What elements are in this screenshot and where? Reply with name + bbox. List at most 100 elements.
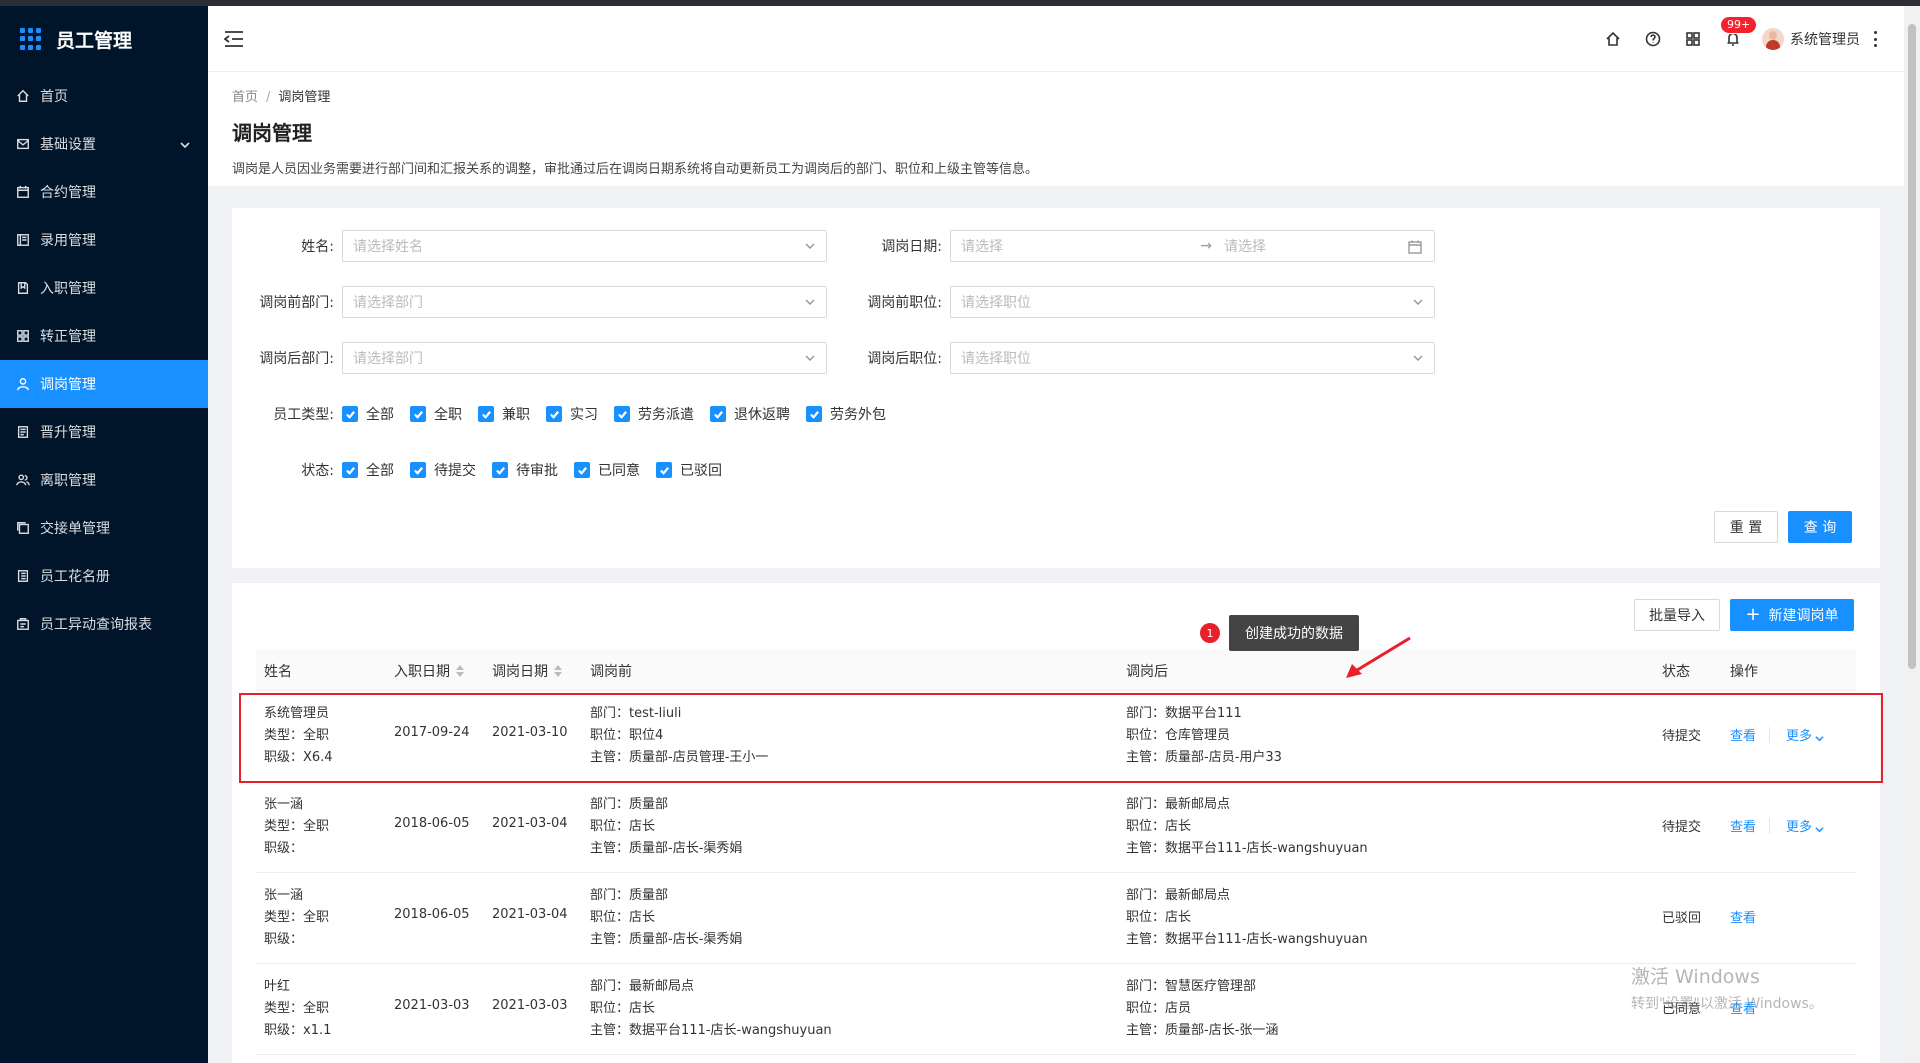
before-dept-select[interactable]: 请选择部门	[342, 286, 827, 318]
scrollbar-thumb[interactable]	[1908, 24, 1916, 669]
sidebar-item-home[interactable]: 首页	[0, 72, 208, 120]
sidebar-item-basic-settings[interactable]: 基础设置	[0, 120, 208, 168]
before-manager: 主管：数据平台111-店长-wangshuyuan	[590, 1023, 832, 1038]
avatar[interactable]	[1762, 28, 1784, 50]
sidebar-item-regularization[interactable]: 转正管理	[0, 312, 208, 360]
after-dept: 部门：数据平台111	[1126, 706, 1242, 721]
after-dept-placeholder: 请选择部门	[353, 351, 423, 367]
type-checkbox-outsource[interactable]: 劳务外包	[806, 404, 886, 424]
col-transfer-date[interactable]: 调岗日期	[492, 661, 562, 681]
bell-icon[interactable]: 99+	[1720, 16, 1758, 48]
after-pos-label: 调岗后职位:	[867, 351, 942, 367]
type-checkbox-dispatch[interactable]: 劳务派遣	[614, 404, 694, 424]
filter-type-row: 员工类型: 全部 全职 兼职 实习 劳务派遣 退休返聘 劳务外包	[232, 398, 902, 430]
sidebar-item-handover[interactable]: 交接单管理	[0, 504, 208, 552]
watermark-subtitle: 转到"设置"以激活 Windows。	[1631, 996, 1823, 1012]
after-pos-select[interactable]: 请选择职位	[950, 342, 1435, 374]
breadcrumb: 首页 / 调岗管理	[232, 90, 331, 105]
table-header: 姓名 入职日期 调岗日期 调岗前 调岗后 状态 操作	[256, 649, 1856, 691]
home-icon[interactable]	[1604, 30, 1622, 48]
annotation-number: 1	[1200, 623, 1220, 643]
before-pos: 职位：店长	[590, 819, 656, 834]
plus-icon: +	[1745, 604, 1761, 625]
status-checkbox-rejected[interactable]: 已驳回	[656, 460, 722, 480]
status-checkbox-all[interactable]: 全部	[342, 460, 394, 480]
date-label: 调岗日期:	[881, 239, 942, 255]
check-icon	[806, 406, 822, 422]
type-checkbox-all[interactable]: 全部	[342, 404, 394, 424]
view-link[interactable]: 查看	[1730, 725, 1756, 744]
status-checkbox-pending-submit[interactable]: 待提交	[410, 460, 476, 480]
before-pos-select[interactable]: 请选择职位	[950, 286, 1435, 318]
username[interactable]: 系统管理员	[1790, 29, 1860, 49]
new-transfer-button[interactable]: + 新建调岗单	[1730, 599, 1854, 631]
sidebar-item-change-report[interactable]: 员工异动查询报表	[0, 600, 208, 648]
menu-fold-icon[interactable]	[223, 30, 244, 48]
after-info: 部门：最新邮局点 职位：店长 主管：数据平台111-店长-wangshuyuan	[1126, 885, 1368, 951]
sidebar-item-promotion[interactable]: 晋升管理	[0, 408, 208, 456]
action-divider	[1769, 727, 1770, 743]
name-select[interactable]: 请选择姓名	[342, 230, 827, 262]
doc-icon	[16, 425, 30, 439]
before-info: 部门：质量部 职位：店长 主管：质量部-店长-渠秀娟	[590, 885, 742, 951]
sidebar-item-label: 调岗管理	[40, 377, 96, 393]
before-pos: 职位：店长	[590, 910, 656, 925]
watermark-title: 激活 Windows	[1631, 966, 1760, 988]
more-dropdown[interactable]: 更多	[1786, 816, 1824, 835]
sidebar-item-hiring[interactable]: 录用管理	[0, 216, 208, 264]
type-checkbox-fulltime[interactable]: 全职	[410, 404, 462, 424]
apps-icon[interactable]	[1684, 30, 1702, 48]
after-info: 部门：最新邮局点 职位：店长 主管：数据平台111-店长-wangshuyuan	[1126, 794, 1368, 860]
grid-icon	[16, 329, 30, 343]
hire-date: 2018-06-05	[394, 907, 470, 922]
employee-type: 类型：全职	[264, 728, 330, 743]
sort-icon	[554, 665, 562, 677]
before-info: 部门：test-liuli 职位：职位4 主管：质量部-店员管理-王小一	[590, 703, 768, 769]
after-pos-placeholder: 请选择职位	[961, 351, 1031, 367]
type-checkbox-intern[interactable]: 实习	[546, 404, 598, 424]
status-checkbox-group: 全部 待提交 待审批 已同意 已驳回	[342, 460, 738, 480]
sidebar-item-label: 首页	[40, 89, 68, 105]
col-hire-date[interactable]: 入职日期	[394, 661, 464, 681]
sort-icon	[456, 665, 464, 677]
sidebar-item-onboarding[interactable]: 入职管理	[0, 264, 208, 312]
sidebar-item-contract[interactable]: 合约管理	[0, 168, 208, 216]
transfer-date: 2021-03-03	[492, 998, 568, 1013]
type-checkbox-parttime[interactable]: 兼职	[478, 404, 530, 424]
employee-type: 类型：全职	[264, 1001, 330, 1016]
col-status: 状态	[1662, 664, 1690, 680]
status-checkbox-pending-approval[interactable]: 待审批	[492, 460, 558, 480]
annotation-arrow-icon	[1346, 636, 1411, 678]
date-range-picker[interactable]: 请选择 → 请选择	[950, 230, 1435, 262]
status-checkbox-approved[interactable]: 已同意	[574, 460, 640, 480]
more-dropdown[interactable]: 更多	[1786, 725, 1824, 744]
sidebar-item-transfer[interactable]: 调岗管理	[0, 360, 208, 408]
table-row: 叶红 类型：全职 职级：x1.1 2021-03-03 2021-03-03 部…	[256, 964, 1856, 1055]
search-button[interactable]: 查 询	[1788, 511, 1852, 543]
reset-button[interactable]: 重 置	[1714, 511, 1778, 543]
type-checkbox-rehire[interactable]: 退休返聘	[710, 404, 790, 424]
more-vertical-icon[interactable]	[1874, 31, 1878, 47]
help-icon[interactable]	[1644, 30, 1662, 48]
view-link[interactable]: 查看	[1730, 907, 1756, 926]
type-checkbox-group: 全部 全职 兼职 实习 劳务派遣 退休返聘 劳务外包	[342, 404, 902, 424]
before-dept: 部门：test-liuli	[590, 706, 682, 721]
breadcrumb-current: 调岗管理	[278, 90, 331, 105]
breadcrumb-home[interactable]: 首页	[232, 90, 258, 105]
page-scrollbar[interactable]	[1904, 6, 1920, 1063]
check-icon	[342, 462, 358, 478]
app-title: 员工管理	[56, 29, 133, 52]
batch-import-button[interactable]: 批量导入	[1634, 599, 1720, 631]
view-link[interactable]: 查看	[1730, 816, 1756, 835]
sidebar-item-roster[interactable]: 员工花名册	[0, 552, 208, 600]
check-icon	[410, 406, 426, 422]
filter-date-row: 调岗日期: 请选择 → 请选择	[840, 230, 1435, 262]
before-info: 部门：最新邮局点 职位：店长 主管：数据平台111-店长-wangshuyuan	[590, 976, 832, 1042]
sidebar-item-label: 交接单管理	[40, 521, 110, 537]
new-transfer-label: 新建调岗单	[1768, 608, 1839, 624]
before-pos: 职位：职位4	[590, 728, 664, 743]
top-header: 99+ 系统管理员	[208, 6, 1904, 72]
sidebar: 员工管理 首页 基础设置 合约管理 录用管理 入职管理 转正管理 调岗管理 晋升…	[0, 6, 208, 1063]
sidebar-item-resignation[interactable]: 离职管理	[0, 456, 208, 504]
after-dept-select[interactable]: 请选择部门	[342, 342, 827, 374]
